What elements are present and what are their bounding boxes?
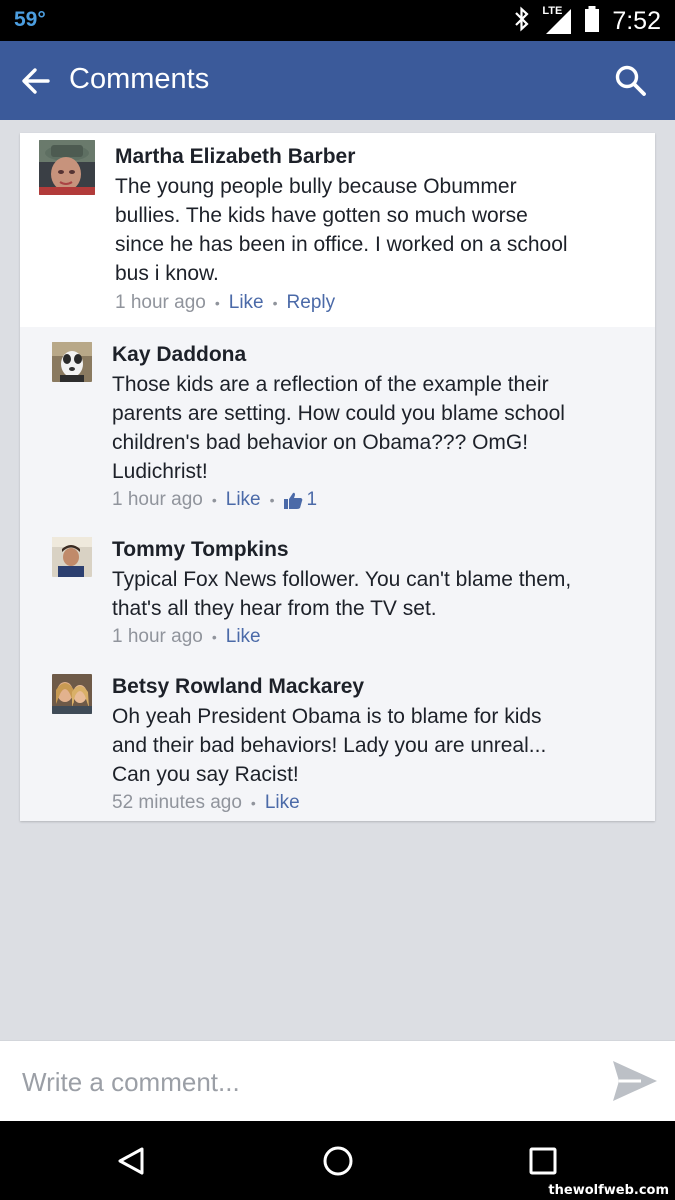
comment-line: Can you say Racist! bbox=[112, 763, 299, 786]
system-nav-bar: thewolfweb.com bbox=[0, 1121, 675, 1200]
comment-meta: 1 hour ago • Like • Reply bbox=[115, 292, 335, 314]
separator-dot: • bbox=[272, 295, 278, 311]
send-button[interactable] bbox=[611, 1059, 659, 1103]
comment-timestamp: 1 hour ago bbox=[112, 626, 203, 647]
like-button[interactable]: Like bbox=[265, 792, 300, 814]
comment-line: and their bad behaviors! Lady you are un… bbox=[112, 734, 547, 757]
avatar[interactable] bbox=[52, 342, 92, 382]
thumbs-up-icon bbox=[283, 492, 302, 509]
comment-body: Those kids are a reflection of the examp… bbox=[112, 370, 565, 486]
avatar[interactable] bbox=[39, 140, 95, 195]
avatar[interactable] bbox=[52, 537, 92, 577]
comment-meta: 52 minutes ago • Like bbox=[112, 792, 300, 814]
nav-back-button[interactable] bbox=[114, 1143, 150, 1179]
comment-timestamp: 1 hour ago bbox=[112, 489, 203, 510]
comment-line: children's bad behavior on Obama??? OmG! bbox=[112, 431, 529, 454]
comment-martha: Martha Elizabeth Barber The young people… bbox=[20, 133, 655, 327]
comment-body: The young people bully because Obummer b… bbox=[115, 172, 568, 288]
like-count[interactable]: 1 bbox=[283, 489, 318, 511]
comment-line: that's all they hear from the TV set. bbox=[112, 597, 437, 620]
comment-line: since he has been in office. I worked on… bbox=[115, 233, 568, 256]
comment-composer bbox=[0, 1040, 675, 1121]
comment-line: Oh yeah President Obama is to blame for … bbox=[112, 705, 542, 728]
comment-author[interactable]: Kay Daddona bbox=[112, 343, 246, 367]
reply-tommy: Tommy Tompkins Typical Fox News follower… bbox=[20, 522, 655, 659]
comment-body: Oh yeah President Obama is to blame for … bbox=[112, 702, 546, 789]
temperature-indicator: 59° bbox=[14, 8, 46, 31]
avatar[interactable] bbox=[52, 674, 92, 714]
comment-line: Those kids are a reflection of the examp… bbox=[112, 373, 549, 396]
circle-home-icon bbox=[323, 1146, 353, 1176]
network-label: LTE bbox=[542, 5, 563, 17]
separator-dot: • bbox=[250, 795, 256, 811]
status-bar: 59° LTE 7:52 bbox=[0, 0, 675, 41]
reply-betsy: Betsy Rowland Mackarey Oh yeah President… bbox=[20, 659, 655, 821]
comment-line: parents are setting. How could you blame… bbox=[112, 402, 565, 425]
like-button[interactable]: Like bbox=[226, 626, 261, 648]
like-count-value: 1 bbox=[306, 489, 318, 510]
bluetooth-icon bbox=[514, 6, 530, 37]
send-icon bbox=[613, 1061, 657, 1101]
comment-line: Ludichrist! bbox=[112, 460, 208, 483]
lte-signal-icon: LTE bbox=[542, 5, 572, 35]
nav-home-button[interactable] bbox=[320, 1143, 356, 1179]
like-button[interactable]: Like bbox=[229, 292, 264, 314]
comments-card: Martha Elizabeth Barber The young people… bbox=[20, 133, 655, 821]
separator-dot: • bbox=[211, 492, 217, 508]
search-icon bbox=[615, 65, 646, 96]
comment-line: Typical Fox News follower. You can't bla… bbox=[112, 568, 572, 591]
comment-input[interactable] bbox=[20, 1063, 584, 1101]
status-icons: LTE 7:52 bbox=[514, 4, 661, 38]
nav-recents-button[interactable] bbox=[525, 1143, 561, 1179]
page-title: Comments bbox=[69, 63, 210, 95]
separator-dot: • bbox=[211, 629, 217, 645]
reply-kay: Kay Daddona Those kids are a reflection … bbox=[20, 327, 655, 522]
separator-dot: • bbox=[214, 295, 220, 311]
comment-line: bus i know. bbox=[115, 262, 219, 285]
clock: 7:52 bbox=[612, 6, 661, 35]
comment-author[interactable]: Martha Elizabeth Barber bbox=[115, 145, 355, 169]
comment-meta: 1 hour ago • Like bbox=[112, 626, 261, 648]
watermark: thewolfweb.com bbox=[548, 1183, 669, 1198]
comment-author[interactable]: Tommy Tompkins bbox=[112, 538, 289, 562]
back-button[interactable] bbox=[18, 63, 54, 99]
reply-button[interactable]: Reply bbox=[287, 292, 336, 314]
separator-dot: • bbox=[269, 492, 275, 508]
battery-icon bbox=[584, 5, 600, 38]
comment-body: Typical Fox News follower. You can't bla… bbox=[112, 565, 571, 623]
search-button[interactable] bbox=[613, 63, 649, 99]
comment-author[interactable]: Betsy Rowland Mackarey bbox=[112, 675, 364, 699]
square-recents-icon bbox=[529, 1147, 557, 1175]
app-bar: Comments bbox=[0, 41, 675, 120]
comment-line: The young people bully because Obummer bbox=[115, 175, 517, 198]
comment-line: bullies. The kids have gotten so much wo… bbox=[115, 204, 528, 227]
arrow-left-icon bbox=[22, 68, 50, 94]
like-button[interactable]: Like bbox=[226, 489, 261, 511]
comment-timestamp: 52 minutes ago bbox=[112, 792, 242, 813]
comment-meta: 1 hour ago • Like • 1 bbox=[112, 489, 317, 511]
comment-timestamp: 1 hour ago bbox=[115, 292, 206, 313]
triangle-back-icon bbox=[118, 1147, 144, 1175]
